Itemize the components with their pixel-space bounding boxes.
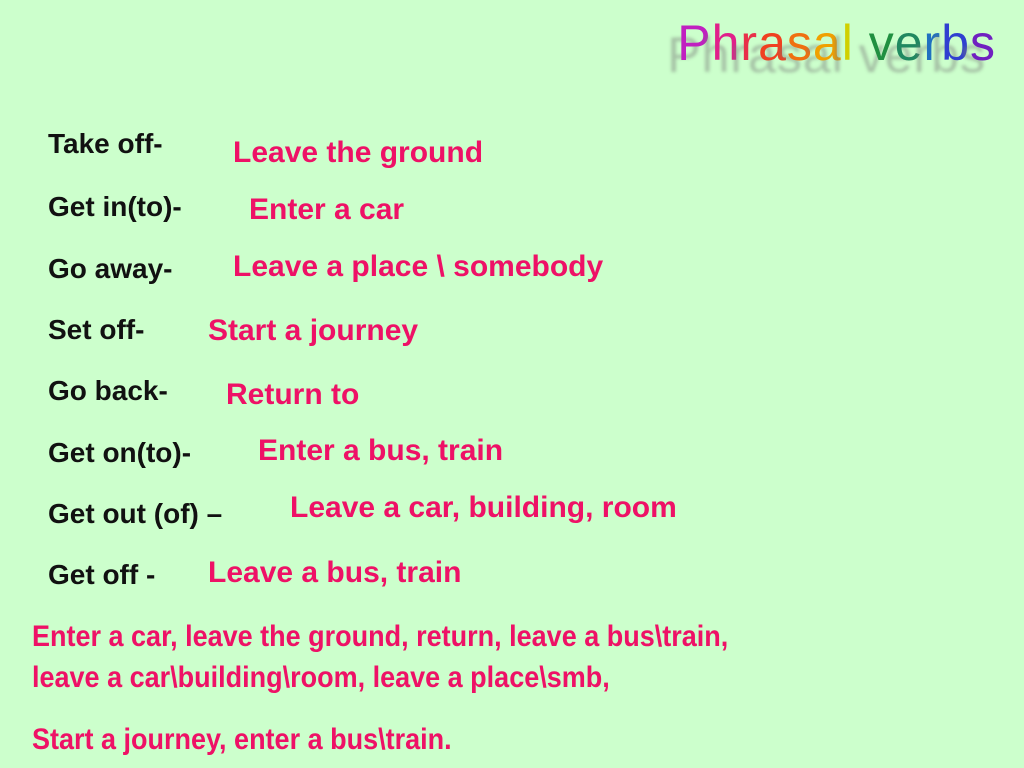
summary-line-2: leave a car\building\room, leave a place… — [32, 661, 610, 694]
definition-get-into: Enter a car — [249, 193, 405, 226]
definition-get-out-of: Leave a car, building, room — [290, 491, 677, 524]
title-letter: b — [941, 15, 970, 71]
title-letter: r — [740, 15, 759, 71]
title-letter: r — [923, 15, 942, 71]
title-letter: s — [970, 15, 996, 71]
term-take-off: Take off- — [48, 128, 163, 159]
title-letter: l — [841, 15, 854, 71]
summary-line-3: Start a journey, enter a bus\train. — [32, 723, 452, 756]
term-get-onto: Get on(to)- — [48, 437, 192, 468]
title-letter: a — [812, 15, 842, 71]
term-set-off: Set off- — [48, 314, 145, 345]
title-letter: P — [677, 15, 712, 71]
definition-go-back: Return to — [226, 378, 360, 411]
title-letter: e — [894, 15, 924, 71]
definition-set-off: Start a journey — [208, 314, 419, 347]
term-go-back: Go back- — [48, 375, 168, 406]
summary-line-1: Enter a car, leave the ground, return, l… — [32, 620, 729, 653]
title-letter: s — [786, 15, 813, 71]
title-letter: a — [758, 15, 787, 71]
term-go-away: Go away- — [48, 253, 173, 284]
title-letter — [854, 15, 869, 71]
definition-take-off: Leave the ground — [233, 136, 484, 169]
definition-get-off: Leave a bus, train — [208, 556, 462, 589]
term-get-into: Get in(to)- — [48, 191, 182, 222]
definition-go-away: Leave a place \ somebody — [233, 250, 604, 283]
term-get-off: Get off - — [48, 559, 156, 590]
title-letter: v — [868, 15, 895, 71]
term-get-out-of: Get out (of) – — [48, 498, 223, 529]
definition-get-onto: Enter a bus, train — [258, 434, 504, 467]
title-letter: h — [711, 15, 741, 71]
slide-title: Phrasal verbs — [677, 14, 996, 72]
